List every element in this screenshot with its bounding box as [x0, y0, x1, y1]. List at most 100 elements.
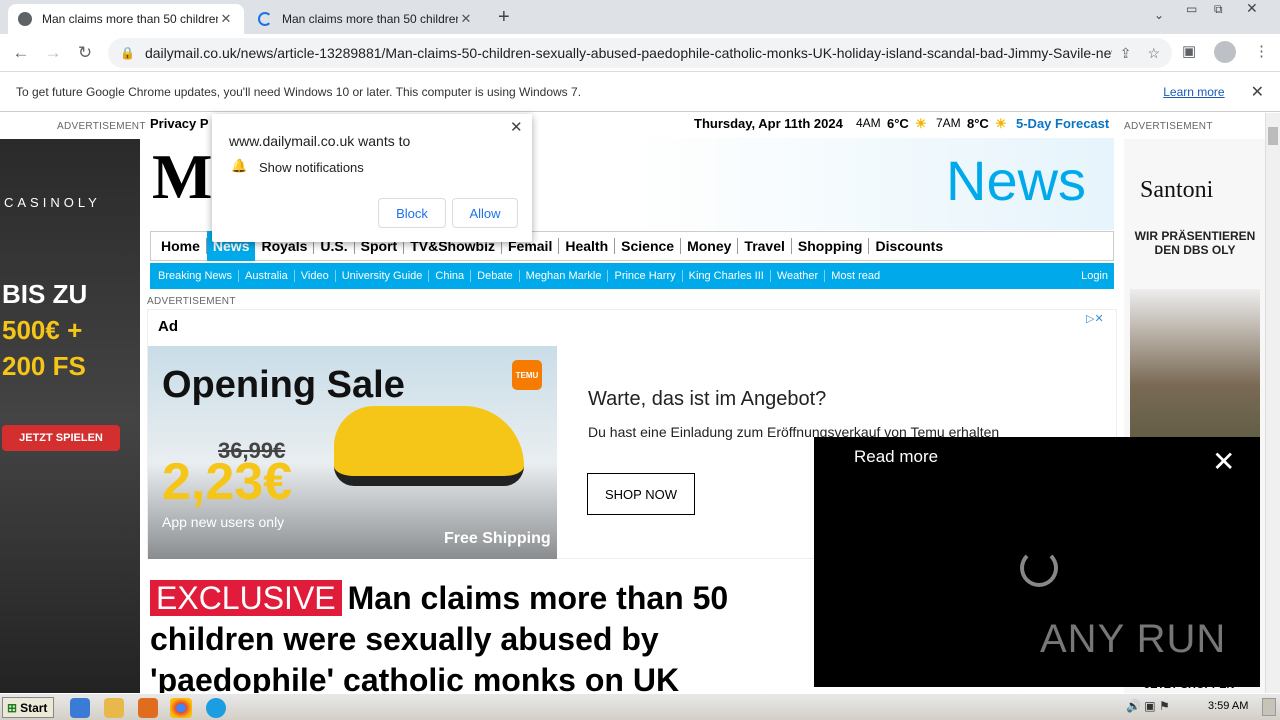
side-panel-icon[interactable]: ▣: [1182, 42, 1196, 60]
close-video-icon[interactable]: ✕: [1212, 445, 1235, 478]
loading-spinner-icon: [1020, 549, 1058, 587]
nav-discounts[interactable]: Discounts: [869, 238, 949, 254]
clock: 3:59 AM: [1208, 700, 1249, 712]
login-link[interactable]: Login: [1075, 270, 1114, 282]
subnav-item[interactable]: Most read: [825, 270, 886, 282]
reload-icon[interactable]: ↻: [72, 41, 98, 65]
forecast-link[interactable]: 5-Day Forecast: [1016, 116, 1109, 131]
tab-search-icon[interactable]: ⌄: [1154, 8, 1164, 22]
exclusive-badge: EXCLUSIVE: [150, 580, 342, 616]
santoni-logo: Santoni: [1140, 177, 1214, 203]
ad-heading: Warte, das ist im Angebot?: [588, 388, 827, 410]
sneaker-ad-image[interactable]: Opening Sale 36,99€ 2,23€ App new users …: [148, 346, 557, 559]
edge-icon[interactable]: [206, 698, 226, 718]
learn-more-link[interactable]: Learn more: [1163, 85, 1224, 99]
bookmark-star-icon[interactable]: ☆: [1147, 45, 1160, 62]
subnav-item[interactable]: Prince Harry: [608, 270, 683, 282]
ie-icon[interactable]: [70, 698, 90, 718]
ad-line: BIS ZU: [2, 279, 88, 309]
weather-temp: 6°C: [887, 116, 909, 131]
sub-nav: Breaking News Australia Video University…: [150, 263, 1114, 289]
adchoices-icon[interactable]: ▷✕: [1086, 312, 1104, 325]
lock-icon: 🔒: [120, 46, 135, 60]
tray-icons[interactable]: 🔊 ▣ ⚑: [1126, 699, 1170, 713]
date-text: Thursday, Apr 11th 2024: [694, 116, 843, 131]
ad-label: ADVERTISEMENT: [1124, 121, 1213, 132]
temu-logo: TEMU: [512, 360, 542, 390]
subnav-item[interactable]: Australia: [239, 270, 295, 282]
tab-active[interactable]: Man claims more than 50 children we ✕: [8, 4, 244, 34]
windows-taskbar: ⊞ Start 🔊 ▣ ⚑ 3:59 AM: [0, 693, 1280, 720]
nav-money[interactable]: Money: [681, 238, 739, 254]
forward-icon[interactable]: →: [40, 41, 66, 65]
subnav-item[interactable]: Meghan Markle: [520, 270, 609, 282]
address-bar[interactable]: 🔒 dailymail.co.uk/news/article-13289881/…: [108, 38, 1172, 68]
allow-button[interactable]: Allow: [452, 198, 518, 228]
chrome-update-infobar: To get future Google Chrome updates, you…: [0, 72, 1280, 112]
minimize-button[interactable]: ▭: [1186, 2, 1197, 16]
subnav-item[interactable]: University Guide: [336, 270, 430, 282]
tab-loading[interactable]: Man claims more than 50 children we ✕: [248, 4, 484, 34]
back-icon[interactable]: ←: [8, 41, 34, 65]
video-title: Read more: [854, 447, 939, 466]
new-tab-button[interactable]: +: [498, 6, 510, 29]
web-page: ADVERTISEMENT CASINOLY BIS ZU 500€ + 200…: [0, 113, 1265, 693]
daily-mail-logo[interactable]: M: [152, 140, 212, 214]
free-shipping: Free Shipping: [444, 530, 551, 547]
chrome-icon[interactable]: [170, 698, 192, 718]
shop-now-button[interactable]: SHOP NOW: [587, 473, 695, 515]
subnav-item[interactable]: Weather: [771, 270, 826, 282]
subnav-item[interactable]: China: [429, 270, 472, 282]
nav-health[interactable]: Health: [559, 238, 616, 254]
sale-title: Opening Sale: [162, 364, 405, 406]
ad-label: ADVERTISEMENT: [147, 296, 236, 307]
share-icon[interactable]: ⇪: [1120, 45, 1132, 62]
windows-logo-icon: ⊞: [7, 700, 18, 715]
bell-icon: 🔔: [231, 158, 248, 173]
nav-home[interactable]: Home: [155, 238, 207, 254]
ad-line: 200 FS: [2, 351, 86, 381]
left-casino-ad[interactable]: CASINOLY BIS ZU 500€ + 200 FS JETZT SPIE…: [0, 139, 140, 693]
nav-travel[interactable]: Travel: [738, 238, 792, 254]
casino-brand: CASINOLY: [4, 195, 101, 210]
nav-science[interactable]: Science: [615, 238, 682, 254]
subnav-item[interactable]: Breaking News: [152, 270, 239, 282]
profile-avatar[interactable]: [1214, 41, 1236, 63]
loading-spinner-icon: [258, 12, 272, 26]
play-now-button[interactable]: JETZT SPIELEN: [2, 425, 120, 451]
article-headline[interactable]: EXCLUSIVE Man claims more than 50 childre…: [150, 578, 810, 693]
nav-shopping[interactable]: Shopping: [792, 238, 870, 254]
ad-text: WIR PRÄSENTIEREN DEN DBS OLY: [1134, 229, 1256, 257]
page-scrollbar[interactable]: [1265, 113, 1280, 693]
menu-icon[interactable]: ⋮: [1254, 42, 1269, 60]
media-player-icon[interactable]: [138, 698, 158, 718]
show-desktop-button[interactable]: [1262, 698, 1276, 716]
explorer-icon[interactable]: [104, 698, 124, 718]
subnav-item[interactable]: Video: [295, 270, 336, 282]
block-button[interactable]: Block: [378, 198, 446, 228]
start-label: Start: [20, 700, 48, 715]
maximize-button[interactable]: ⧉: [1214, 2, 1223, 17]
close-tab-icon[interactable]: ✕: [458, 11, 474, 27]
weather-time: 4AM: [856, 116, 881, 130]
scrollbar-thumb[interactable]: [1268, 127, 1278, 145]
privacy-link[interactable]: Privacy P: [150, 116, 209, 131]
close-popup-icon[interactable]: ✕: [510, 118, 523, 136]
subnav-item[interactable]: King Charles III: [683, 270, 771, 282]
section-title: News: [946, 149, 1087, 212]
weather-time: 7AM: [936, 116, 961, 130]
start-button[interactable]: ⊞ Start: [2, 697, 54, 718]
tab-title: Man claims more than 50 children we: [42, 12, 218, 26]
subnav-item[interactable]: Debate: [471, 270, 520, 282]
ad-label: ADVERTISEMENT: [57, 121, 146, 132]
close-infobar-icon[interactable]: ✕: [1251, 82, 1264, 102]
ad-marker: Ad: [158, 318, 178, 335]
close-window-button[interactable]: ✕: [1246, 0, 1258, 17]
weather-sun-icon: ☀: [915, 116, 927, 131]
weather-sun-icon: ☀: [995, 116, 1007, 131]
video-player[interactable]: Read more ✕ ANY RUN: [814, 437, 1260, 687]
close-tab-icon[interactable]: ✕: [218, 11, 234, 27]
notification-permission-popup: www.dailymail.co.uk wants to ✕ 🔔 Show no…: [212, 114, 532, 242]
popup-request-text: Show notifications: [259, 160, 364, 175]
ad-line: 500€ +: [2, 315, 83, 345]
